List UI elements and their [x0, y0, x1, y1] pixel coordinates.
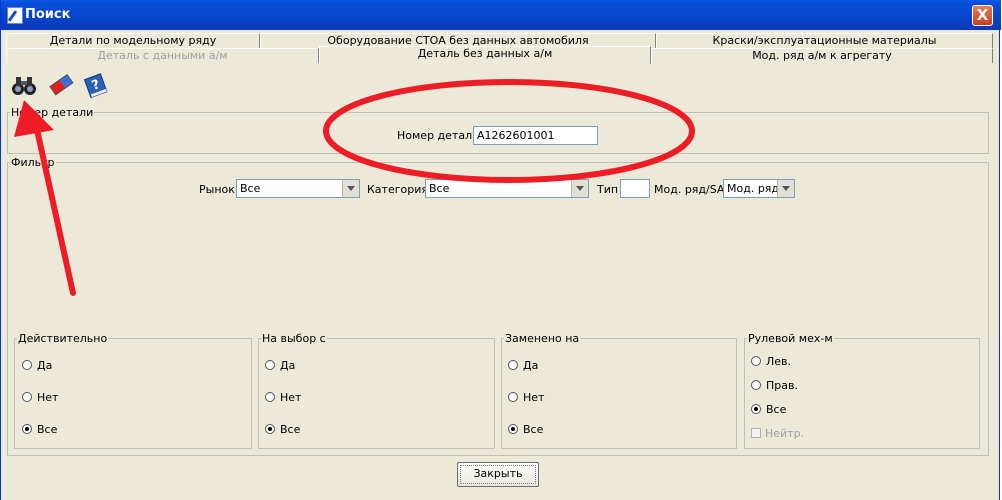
radio-icon[interactable]	[508, 360, 518, 370]
model-select[interactable]: Мод. ряд	[723, 179, 795, 198]
app-icon	[7, 7, 23, 24]
radio-selected-icon[interactable]	[508, 424, 518, 434]
valid-radio-all[interactable]: Все	[22, 423, 57, 436]
market-select-value: Все	[240, 182, 261, 195]
steering-radio-right[interactable]: Прав.	[751, 379, 798, 392]
radio-icon[interactable]	[751, 380, 761, 390]
choice-radio-no[interactable]: Нет	[265, 391, 301, 404]
filter-group-title: Фильтр	[11, 156, 55, 169]
radio-selected-icon[interactable]	[22, 424, 32, 434]
choice-radio-all[interactable]: Все	[265, 423, 300, 436]
radio-icon[interactable]	[508, 392, 518, 402]
part-number-input[interactable]	[473, 126, 598, 145]
choice-radio-yes[interactable]: Да	[265, 359, 295, 372]
part-number-label: Номер детали	[397, 129, 480, 142]
radio-selected-icon[interactable]	[265, 424, 275, 434]
type-input[interactable]	[620, 179, 650, 198]
steering-radio-left[interactable]: Лев.	[751, 355, 791, 368]
neutral-checkbox[interactable]: Нейтр.	[751, 427, 804, 440]
part-number-group-title: Номер детали	[11, 106, 94, 119]
chevron-down-icon[interactable]	[571, 180, 588, 197]
radio-icon[interactable]	[22, 392, 32, 402]
close-button[interactable]: Закрыть	[457, 462, 539, 487]
valid-group-title: Действительно	[18, 332, 108, 345]
model-select-value: Мод. ряд	[727, 182, 780, 195]
category-label: Категория	[367, 183, 428, 196]
tab-part-with-vehicle[interactable]: Деталь с данными а/м	[6, 48, 319, 63]
tab-paints-materials[interactable]: Краски/эксплуатационные материалы	[656, 33, 993, 48]
search-window: Поиск X Детали по модельному ряду Оборуд…	[0, 0, 1001, 500]
steering-group-title: Рулевой мех-м	[748, 332, 833, 345]
replaced-radio-no[interactable]: Нет	[508, 391, 544, 404]
steering-radio-all[interactable]: Все	[751, 403, 786, 416]
model-label: Мод. ряд/SA	[654, 183, 725, 196]
replaced-group-title: Заменено на	[505, 332, 580, 345]
category-select[interactable]: Все	[425, 179, 589, 198]
market-select[interactable]: Все	[236, 179, 360, 198]
checkbox-icon[interactable]	[751, 428, 761, 438]
binoculars-icon[interactable]	[10, 71, 38, 99]
help-book-icon[interactable]: ?	[82, 71, 110, 99]
valid-radio-yes[interactable]: Да	[22, 359, 52, 372]
choice-group-title: На выбор с	[262, 332, 326, 345]
focus-rect	[460, 465, 536, 484]
title-bar[interactable]: Поиск X	[1, 0, 1001, 30]
replaced-radio-yes[interactable]: Да	[508, 359, 538, 372]
chevron-down-icon[interactable]	[777, 180, 794, 197]
radio-icon[interactable]	[751, 356, 761, 366]
type-label: Тип	[597, 183, 619, 196]
window-title: Поиск	[25, 7, 71, 22]
category-select-value: Все	[429, 182, 450, 195]
radio-icon[interactable]	[265, 392, 275, 402]
valid-radio-no[interactable]: Нет	[22, 391, 58, 404]
replaced-radio-all[interactable]: Все	[508, 423, 543, 436]
tab-model-range-parts[interactable]: Детали по модельному ряду	[6, 33, 260, 48]
market-label: Рынок	[199, 183, 235, 196]
radio-icon[interactable]	[22, 360, 32, 370]
tab-part-without-vehicle[interactable]: Деталь без данных а/м	[319, 46, 651, 64]
tab-model-to-unit[interactable]: Мод. ряд а/м к агрегату	[651, 48, 993, 63]
chevron-down-icon[interactable]	[342, 180, 359, 197]
radio-icon[interactable]	[265, 360, 275, 370]
eraser-icon[interactable]	[47, 71, 75, 99]
radio-selected-icon[interactable]	[751, 404, 761, 414]
close-window-button[interactable]: X	[972, 5, 993, 26]
